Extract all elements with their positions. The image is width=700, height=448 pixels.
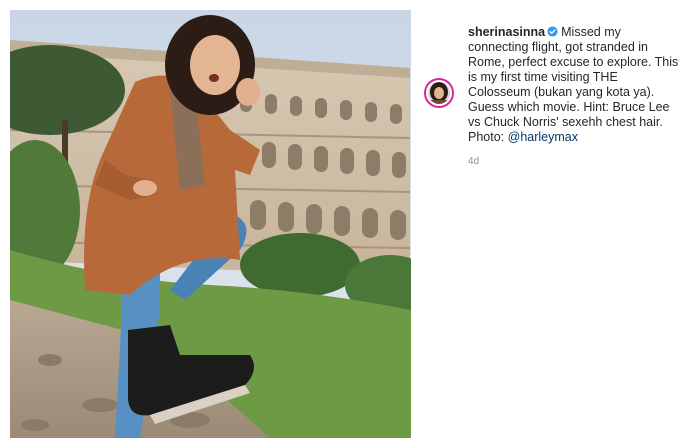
post-timestamp[interactable]: 4d bbox=[468, 156, 479, 167]
caption-text: Missed my connecting flight, got strande… bbox=[468, 25, 679, 144]
avatar[interactable] bbox=[424, 78, 454, 108]
username-link[interactable]: sherinasinna bbox=[468, 25, 545, 39]
mention-link[interactable]: @harleymax bbox=[508, 130, 578, 144]
verified-badge-icon bbox=[547, 26, 558, 37]
post-photo[interactable] bbox=[10, 10, 411, 438]
post-caption: sherinasinna Missed my connecting flight… bbox=[468, 25, 683, 145]
avatar-image bbox=[428, 82, 450, 104]
post-sidebar: sherinasinna Missed my connecting flight… bbox=[421, 10, 691, 438]
